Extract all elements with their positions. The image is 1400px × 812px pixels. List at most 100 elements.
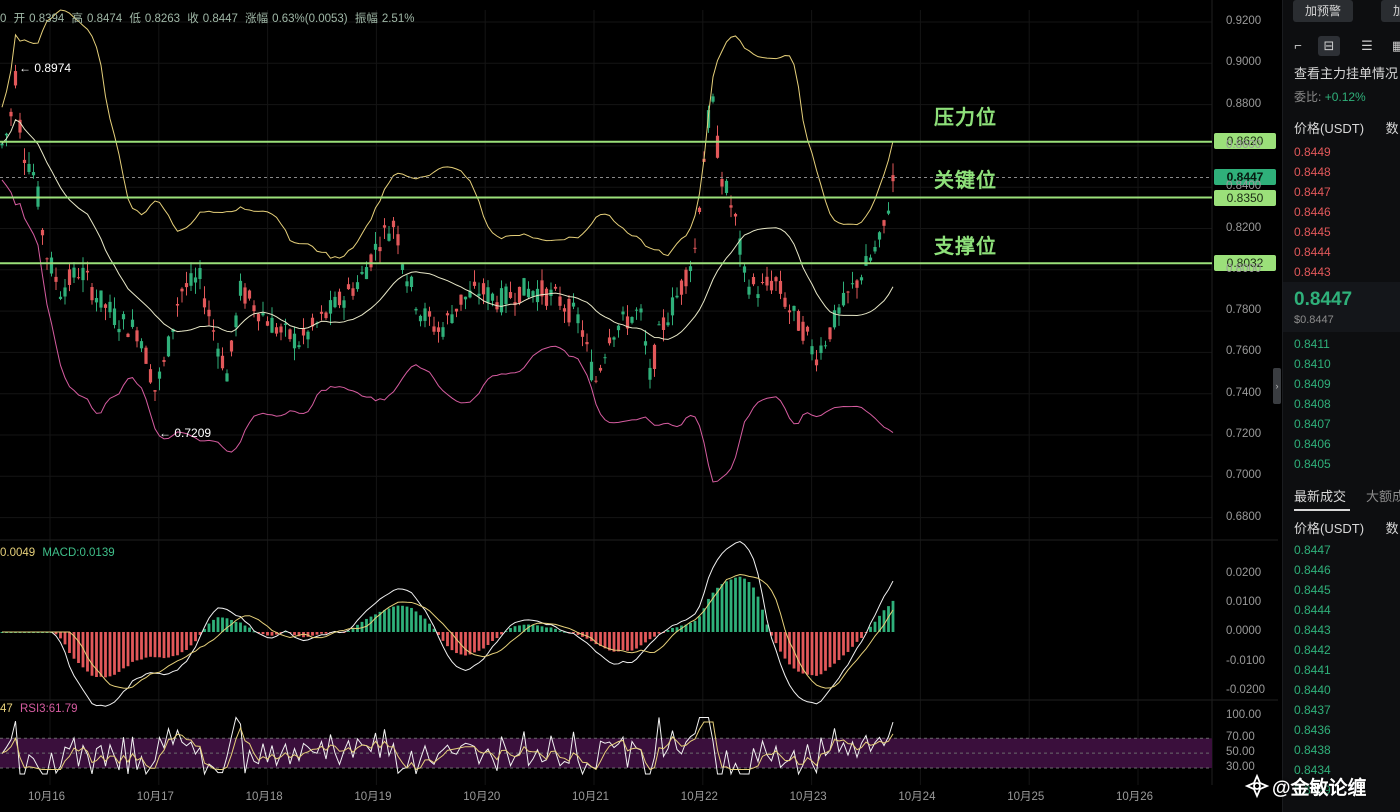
close-value: 0.8447 (202, 13, 238, 25)
ask-row[interactable]: 0.8443 (1294, 265, 1331, 279)
ask-row[interactable]: 0.8449 (1294, 145, 1331, 159)
macd-histogram-bar (149, 632, 152, 657)
candle-body (207, 309, 211, 317)
macd-histogram-bar (788, 632, 791, 665)
macd-histogram-bar (122, 632, 125, 669)
candle-body (886, 210, 891, 214)
depth-view-toggles: ⌐ ⊟ ☰ ▦ (1283, 34, 1400, 58)
candle-body (733, 213, 738, 217)
macd-histogram-bar (221, 617, 224, 632)
macd-histogram-bar (495, 632, 499, 639)
chart-area[interactable]: 0 开 0.8394 高 0.8474 低 0.8263 收 0.8447 涨幅 0.63… (0, 0, 1278, 812)
candle-body (747, 286, 751, 295)
candle-body (94, 297, 99, 303)
candle-body (423, 308, 427, 321)
bid-row[interactable]: 0.8409 (1294, 377, 1331, 391)
candle-body (792, 305, 796, 311)
macd-histogram-bar (59, 632, 62, 639)
trade-row[interactable]: 0.8445 (1294, 583, 1331, 597)
candle-body (229, 340, 234, 352)
macd-histogram-bar (194, 632, 197, 642)
trade-row[interactable]: 0.8436 (1294, 723, 1331, 737)
bid-row[interactable]: 0.8410 (1294, 357, 1331, 371)
macd-histogram-bar (797, 632, 800, 672)
candle-body (576, 314, 580, 324)
trade-row[interactable]: 0.8447 (1294, 543, 1331, 557)
candle-body (297, 345, 301, 348)
collapse-panel-handle[interactable]: › (1273, 368, 1281, 404)
candle-body (261, 312, 265, 316)
candle-body (603, 357, 607, 359)
candle-body (274, 327, 279, 334)
grid-view-icon[interactable]: ▦ (1387, 36, 1400, 56)
macd-histogram-bar (869, 626, 872, 632)
macd-histogram-bar (324, 632, 328, 634)
macd-histogram-bar (621, 632, 625, 650)
candle-body (378, 247, 382, 252)
col-price-header: 价格(USDT) (1294, 121, 1365, 136)
date-axis-tick: 10月22 (680, 791, 718, 803)
trade-row[interactable]: 0.8446 (1294, 563, 1331, 577)
both-sides-view-icon[interactable]: ⊟ (1318, 36, 1340, 56)
candle-body (234, 315, 238, 328)
candle-body (612, 337, 616, 340)
candle-body (126, 333, 130, 338)
bid-row[interactable]: 0.8405 (1294, 457, 1331, 471)
trade-row[interactable]: 0.8442 (1294, 643, 1331, 657)
list-view-icon[interactable]: ☰ (1356, 36, 1378, 56)
price-axis-tick: 0.7400 (1226, 386, 1262, 399)
bid-row[interactable]: 0.8411 (1294, 337, 1330, 351)
bid-row[interactable]: 0.8408 (1294, 397, 1331, 411)
candle-body (180, 288, 184, 292)
add-alert-button[interactable]: 加预警 (1293, 0, 1354, 22)
add-watchlist-button[interactable]: 加自 (1381, 0, 1400, 22)
candle-body (364, 267, 369, 280)
date-axis-tick: 10月20 (463, 791, 501, 803)
macd-histogram-bar (140, 632, 143, 660)
macd-histogram-bar (743, 578, 746, 632)
bid-row[interactable]: 0.8407 (1294, 417, 1331, 431)
ask-row[interactable]: 0.8446 (1294, 205, 1331, 219)
candle-body (454, 308, 459, 312)
candle-body (369, 254, 373, 268)
trade-row[interactable]: 0.8437 (1294, 703, 1331, 717)
macd-histogram-bar (612, 632, 616, 652)
candle-body (837, 307, 841, 314)
candle-body (688, 266, 693, 271)
trade-row[interactable]: 0.8438 (1294, 743, 1331, 757)
tab-large-trades[interactable]: 大额成 (1366, 486, 1400, 505)
candle-body (418, 315, 423, 322)
macd-histogram-bar (644, 632, 647, 643)
candle-body (4, 133, 9, 136)
corner-view-icon[interactable]: ⌐ (1287, 36, 1309, 56)
candle-body (855, 280, 859, 288)
ask-row[interactable]: 0.8445 (1294, 225, 1331, 239)
macd-histogram-bar (108, 632, 112, 677)
key-price-tag: 0.8350 (1214, 190, 1276, 206)
macd-histogram-bar (77, 632, 80, 664)
ask-row[interactable]: 0.8448 (1294, 165, 1331, 179)
high-value: 0.8474 (87, 13, 123, 25)
trade-row[interactable]: 0.8440 (1294, 683, 1331, 697)
candle-body (436, 327, 441, 332)
trade-row[interactable]: 0.8443 (1294, 623, 1331, 637)
candle-body (184, 283, 189, 288)
trade-row[interactable]: 0.8444 (1294, 603, 1331, 617)
macd-histogram-bar (779, 632, 782, 652)
candle-body (724, 180, 729, 194)
macd-histogram-bar (419, 615, 422, 632)
depth-title[interactable]: 查看主力挂单情况 (1294, 63, 1398, 82)
macd-histogram-bar (846, 632, 850, 652)
macd-histogram-bar (486, 632, 490, 645)
tab-latest-trades[interactable]: 最新成交 (1294, 486, 1346, 505)
candle-body (391, 220, 396, 228)
bid-row[interactable]: 0.8406 (1294, 437, 1331, 451)
trade-row[interactable]: 0.8441 (1294, 663, 1331, 677)
bollinger-upper-line (1, 9, 894, 259)
ask-row[interactable]: 0.8444 (1294, 245, 1331, 259)
price-chart[interactable] (0, 0, 1278, 812)
ask-row[interactable]: 0.8447 (1294, 185, 1331, 199)
macd-histogram-bar (891, 600, 895, 632)
candle-body (432, 326, 436, 332)
macd-histogram-bar (536, 625, 539, 632)
